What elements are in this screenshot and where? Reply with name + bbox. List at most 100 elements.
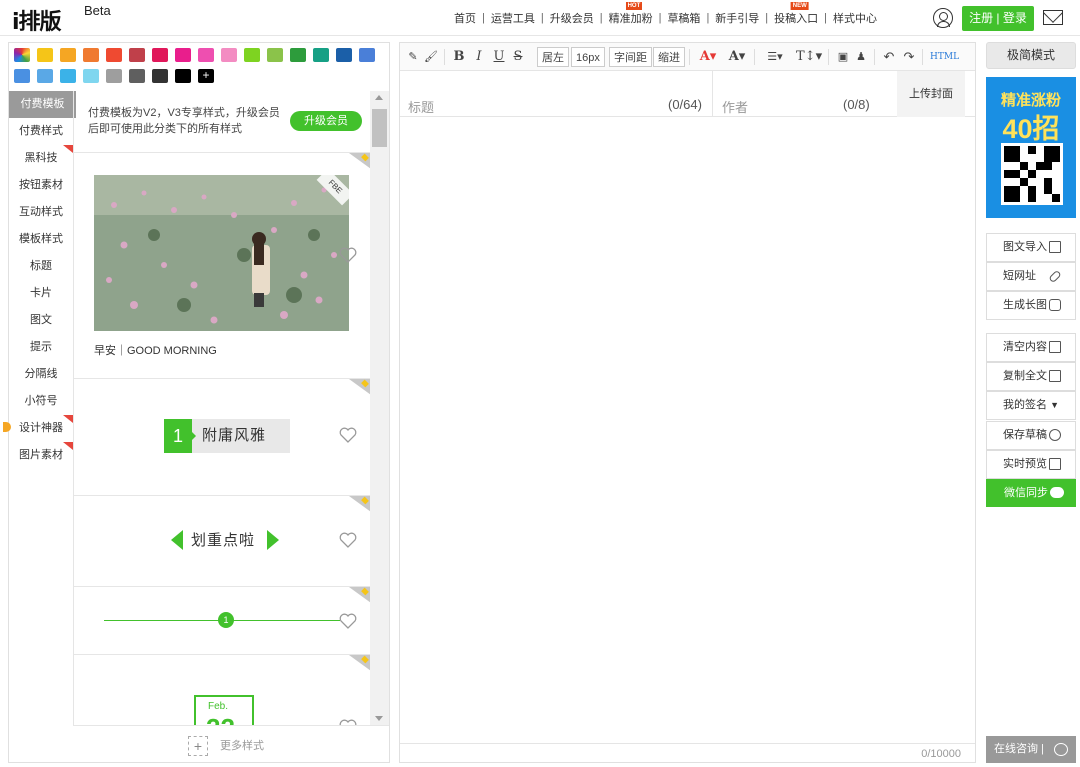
add-color-icon[interactable]: +	[198, 69, 214, 83]
color-swatch[interactable]	[313, 48, 329, 62]
mail-icon[interactable]	[1043, 10, 1063, 25]
color-swatch[interactable]	[106, 48, 122, 62]
nav-item[interactable]: 首页	[448, 10, 482, 26]
category-tab[interactable]: 模板样式	[9, 226, 73, 253]
color-swatch[interactable]	[83, 69, 99, 83]
category-tab[interactable]: 黑科技	[9, 145, 73, 172]
more-styles-bar[interactable]: + 更多样式	[73, 725, 389, 763]
category-tab[interactable]: 设计神器	[9, 415, 73, 442]
color-swatch[interactable]	[267, 48, 283, 62]
color-swatch[interactable]	[14, 48, 30, 62]
html-button[interactable]: HTML	[930, 47, 959, 67]
nav-item[interactable]: 新手引导	[709, 10, 765, 26]
text-size-icon[interactable]: T↕▾	[796, 47, 822, 67]
italic-button[interactable]: I	[472, 47, 486, 67]
color-swatch[interactable]	[221, 48, 237, 62]
line-height-icon[interactable]: ☰▾	[762, 47, 788, 67]
color-swatch[interactable]	[129, 69, 145, 83]
heart-icon[interactable]	[339, 613, 357, 629]
online-consult-button[interactable]: 在线咨询 |	[986, 736, 1076, 763]
promo-banner[interactable]: 精准涨粉 40招	[986, 77, 1076, 218]
template-highlight-card[interactable]: 划重点啦	[74, 495, 370, 586]
import-article-button[interactable]: 图文导入	[986, 233, 1076, 262]
color-swatch[interactable]	[198, 48, 214, 62]
upload-cover-button[interactable]: 上传封面	[897, 71, 965, 117]
color-swatch[interactable]	[60, 69, 76, 83]
simple-mode-button[interactable]: 极简模式	[986, 42, 1076, 69]
category-tab[interactable]: 分隔线	[9, 361, 73, 388]
color-swatch[interactable]	[290, 48, 306, 62]
upgrade-button[interactable]: 升级会员	[290, 111, 362, 131]
color-swatch[interactable]	[152, 69, 168, 83]
title-input[interactable]: 标题	[408, 97, 434, 116]
category-tab[interactable]: 卡片	[9, 280, 73, 307]
category-tab[interactable]: 标题	[9, 253, 73, 280]
more-styles-label[interactable]: 更多样式	[220, 737, 264, 753]
nav-item[interactable]: 投稿入口 NEW	[768, 2, 824, 26]
nav-item[interactable]: 样式中心	[827, 10, 883, 26]
scroll-down-icon[interactable]	[375, 716, 383, 721]
color-swatch[interactable]	[106, 69, 122, 83]
nav-item[interactable]: 精准加粉 HOT	[603, 2, 659, 26]
save-draft-button[interactable]: 保存草稿	[986, 421, 1076, 450]
template-photo-card[interactable]: FBE 早安｜GOOD MORNING	[74, 152, 370, 378]
heart-icon[interactable]	[339, 427, 357, 443]
category-tab[interactable]: 小符号	[9, 388, 73, 415]
redo-icon[interactable]: ↷	[902, 47, 916, 67]
color-swatch[interactable]	[175, 69, 191, 83]
user-icon[interactable]	[933, 8, 953, 28]
stamp-icon[interactable]: ♟	[854, 47, 868, 67]
nav-item[interactable]: 运营工具	[485, 10, 541, 26]
color-swatch[interactable]	[336, 48, 352, 62]
nav-item[interactable]: 草稿箱	[661, 10, 706, 26]
color-swatch[interactable]	[359, 48, 375, 62]
logo[interactable]: i排版	[12, 4, 62, 36]
signature-dropdown[interactable]: 我的签名 ▼	[986, 391, 1076, 420]
short-url-button[interactable]: 短网址	[986, 262, 1076, 291]
color-swatch[interactable]	[83, 48, 99, 62]
heart-icon[interactable]	[339, 247, 357, 263]
template-calendar-card[interactable]: Feb. 22	[74, 654, 370, 725]
undo-icon[interactable]: ↶	[882, 47, 896, 67]
live-preview-button[interactable]: 实时预览	[986, 450, 1076, 479]
content-area[interactable]	[400, 118, 975, 742]
category-tab[interactable]: 付费样式	[9, 118, 73, 145]
category-tab[interactable]: 图文	[9, 307, 73, 334]
category-tab[interactable]: 图片素材	[9, 442, 73, 469]
color-swatch[interactable]	[129, 48, 145, 62]
heart-icon[interactable]	[339, 532, 357, 548]
align-button[interactable]: 居左	[537, 47, 569, 67]
login-button[interactable]: 注册 | 登录	[962, 6, 1034, 31]
color-swatch[interactable]	[60, 48, 76, 62]
bg-color-icon[interactable]: A▾	[726, 47, 748, 67]
bold-button[interactable]: B	[452, 47, 466, 67]
scroll-up-icon[interactable]	[375, 95, 383, 100]
author-input[interactable]: 作者	[722, 97, 748, 116]
category-tab[interactable]: 付费模板	[9, 91, 76, 118]
wechat-sync-button[interactable]: 微信同步	[986, 479, 1076, 507]
clear-content-button[interactable]: 清空内容	[986, 333, 1076, 362]
font-color-icon[interactable]: A▾	[697, 47, 719, 67]
underline-button[interactable]: U	[492, 47, 506, 67]
indent-button[interactable]: 缩进	[653, 47, 685, 67]
scroll-thumb[interactable]	[372, 109, 387, 147]
color-swatch[interactable]	[152, 48, 168, 62]
category-tab[interactable]: 互动样式	[9, 199, 73, 226]
eraser-icon[interactable]: ✎	[406, 47, 420, 67]
format-brush-icon[interactable]: 🖌	[424, 47, 438, 67]
category-tab[interactable]: 提示	[9, 334, 73, 361]
template-title-card[interactable]: 1 附庸风雅	[74, 378, 370, 495]
color-swatch[interactable]	[14, 69, 30, 83]
scrollbar[interactable]	[370, 91, 389, 725]
color-swatch[interactable]	[175, 48, 191, 62]
nav-item[interactable]: 升级会员	[544, 10, 600, 26]
copy-all-button[interactable]: 复制全文	[986, 362, 1076, 391]
template-divider-card[interactable]: 1	[74, 586, 370, 654]
color-swatch[interactable]	[37, 48, 53, 62]
strikethrough-button[interactable]: S	[511, 47, 525, 67]
category-tab[interactable]: 按钮素材	[9, 172, 73, 199]
font-size-button[interactable]: 16px	[571, 47, 605, 67]
color-swatch[interactable]	[244, 48, 260, 62]
long-image-button[interactable]: 生成长图	[986, 291, 1076, 320]
color-swatch[interactable]	[37, 69, 53, 83]
